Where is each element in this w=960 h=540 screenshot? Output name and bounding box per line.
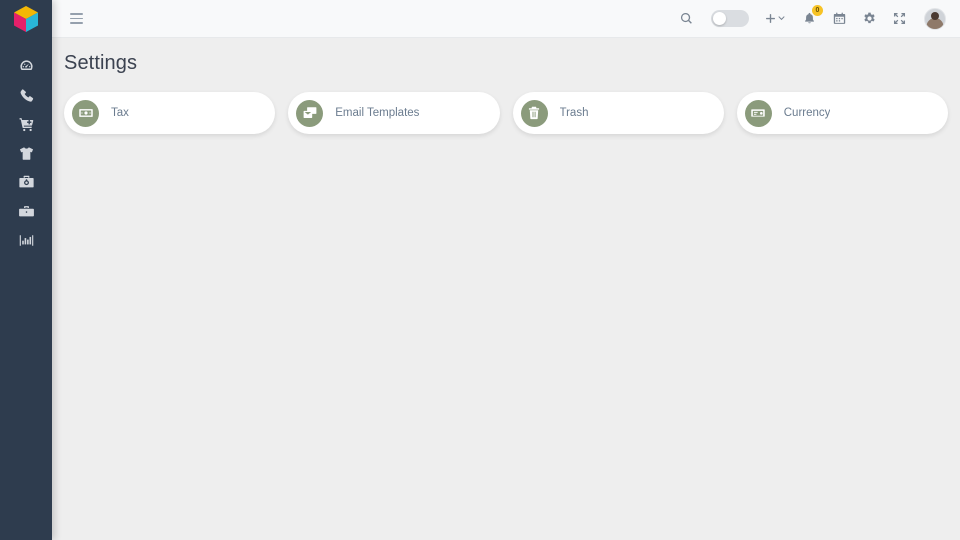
bar-chart-icon [19,235,33,246]
settings-card-currency[interactable]: Currency [736,92,948,134]
toggle-knob [713,12,726,25]
settings-card-email-templates[interactable]: Email Templates [288,92,500,134]
calendar-button[interactable] [824,4,854,34]
banknote-icon [72,99,99,127]
app-root: 0 Settings Tax Email Templates Trash Cur… [0,0,960,540]
search-icon [680,12,692,24]
sidebar-item-products[interactable] [0,139,52,168]
settings-card-label: Email Templates [335,107,420,119]
avatar-head [931,11,939,20]
app-logo[interactable] [0,0,52,38]
settings-card-tax[interactable]: Tax [64,92,276,134]
topbar-actions: 0 [671,4,946,34]
settings-card-trash[interactable]: Trash [512,92,724,134]
settings-card-row: Tax Email Templates Trash Currency [52,75,948,134]
fullscreen-button[interactable] [884,4,914,34]
user-avatar[interactable] [924,7,946,30]
hamburger-icon[interactable] [65,8,87,30]
trash-glyph [528,106,540,120]
currency-glyph [751,109,765,117]
expand-icon [893,12,905,25]
sidebar-item-orders[interactable] [0,110,52,139]
page-title: Settings [64,52,138,74]
sidebar-item-dashboard[interactable] [0,52,52,81]
topbar: 0 [52,0,960,38]
settings-card-label: Trash [559,107,589,119]
sidebar-item-calls[interactable] [0,81,52,110]
search-button[interactable] [671,4,701,34]
email-templates-glyph [303,107,317,118]
theme-toggle[interactable] [711,10,749,27]
calendar-icon [833,12,845,24]
sidebar-nav [0,52,52,255]
toolbox-icon [18,175,34,188]
trash-icon [520,99,548,127]
add-new-button[interactable] [761,4,794,34]
sidebar [0,0,52,540]
settings-button[interactable] [854,4,884,34]
notifications-badge: 0 [812,4,823,16]
briefcase-icon [18,206,34,217]
sidebar-item-reports[interactable] [0,226,52,255]
sidebar-item-inventory[interactable] [0,168,52,197]
shopping-cart-icon [19,118,33,132]
settings-card-label: Currency [783,107,831,119]
currency-icon [744,99,772,127]
cube-logo-icon [14,6,38,32]
content-area: Settings Tax Email Templates Trash Curre… [52,38,960,540]
sidebar-item-jobs[interactable] [0,197,52,226]
settings-card-label: Tax [111,107,129,119]
tshirt-icon [19,147,33,160]
gear-icon [863,12,875,24]
phone-icon [20,89,33,102]
notifications-button[interactable]: 0 [794,4,824,34]
chevron-down-icon [778,16,785,21]
speedometer-icon [19,60,33,71]
email-templates-icon [296,99,324,127]
plus-icon [766,14,775,23]
banknote-glyph [78,109,93,117]
main-column: 0 Settings Tax Email Templates Trash Cur… [52,0,960,540]
